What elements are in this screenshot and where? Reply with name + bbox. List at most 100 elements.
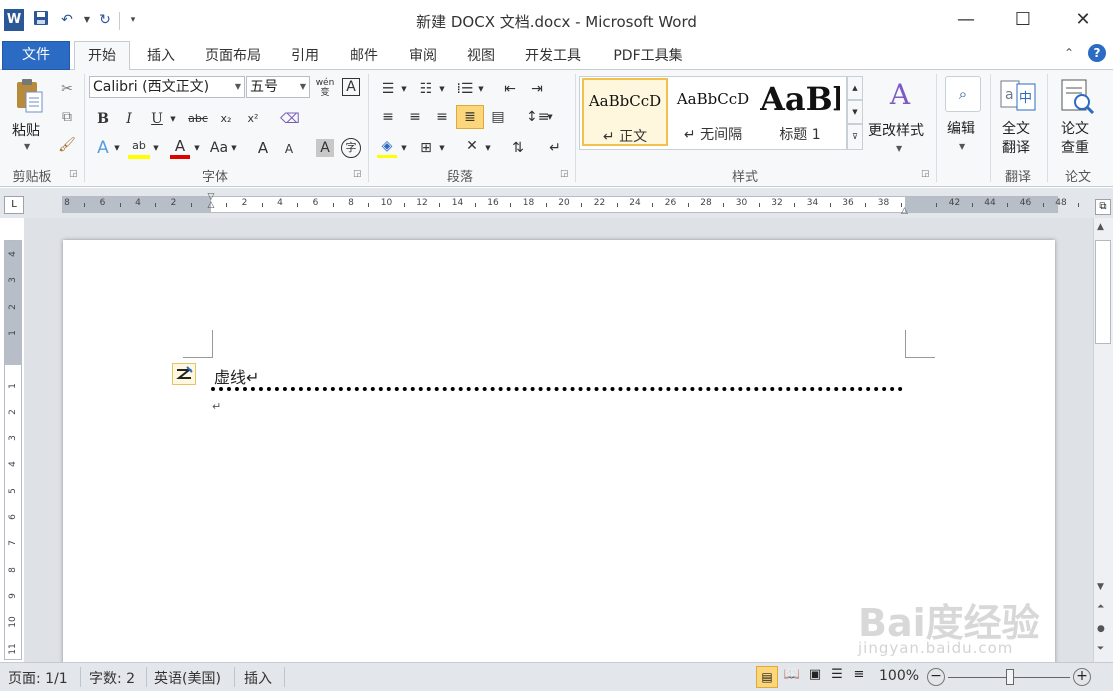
strikethrough-button[interactable]: abc — [186, 110, 210, 128]
grow-font-icon[interactable]: A — [254, 139, 272, 157]
autoformat-icon[interactable] — [172, 363, 196, 385]
increase-indent-icon[interactable]: ⇥ — [527, 80, 547, 98]
style-normal[interactable]: AaBbCcD ↵ 正文 — [582, 78, 668, 146]
browse-object-icon[interactable]: ● — [1097, 624, 1105, 634]
paste-button-label[interactable]: 粘贴 — [12, 120, 40, 140]
scroll-thumb[interactable] — [1095, 240, 1111, 344]
numbering-icon[interactable]: ☷ — [416, 80, 436, 98]
enclose-characters-icon[interactable]: 字 — [341, 138, 361, 158]
font-color-dropdown-icon[interactable]: ▼ — [193, 139, 201, 157]
multilevel-list-icon[interactable]: ⁞☰ — [455, 80, 475, 98]
change-case-dropdown-icon[interactable]: ▼ — [230, 139, 238, 157]
text-effect-dropdown-icon[interactable]: ▼ — [113, 139, 121, 157]
font-size-combo[interactable]: 五号 ▼ — [246, 76, 310, 98]
chinese-layout-dropdown-icon[interactable]: ▼ — [484, 139, 492, 157]
italic-button[interactable]: I — [120, 110, 138, 128]
editing-dropdown-icon[interactable]: ▼ — [959, 142, 965, 151]
align-right-icon[interactable]: ≡ — [432, 108, 452, 126]
next-page-icon[interactable]: ⏷ — [1097, 644, 1104, 654]
web-layout-icon[interactable]: ▣ — [805, 667, 825, 682]
translate-label[interactable]: 全文 翻译 — [1002, 120, 1030, 158]
tab-references[interactable]: 引用 — [280, 44, 330, 70]
horizontal-ruler[interactable]: 8 6 4 2 2 4 6 8 10 12 14 16 18 20 22 24 26 28 30 32 34 36 38 42… — [62, 193, 1079, 216]
minimize-ribbon-icon[interactable]: ⌃ — [1064, 46, 1074, 60]
find-binoculars-icon[interactable]: ⌕ — [945, 76, 981, 112]
align-left-icon[interactable]: ≡ — [378, 108, 398, 126]
style-heading-1[interactable]: AaBl 标题 1 — [760, 78, 840, 146]
bullets-icon[interactable]: ☰ — [378, 80, 398, 98]
shrink-font-icon[interactable]: A — [280, 140, 298, 158]
line-spacing-dropdown-icon[interactable]: ▼ — [546, 108, 554, 126]
help-icon[interactable]: ? — [1088, 44, 1106, 62]
align-center-icon[interactable]: ≡ — [405, 108, 425, 126]
tab-pdf-tools[interactable]: PDF工具集 — [602, 44, 694, 70]
highlight-icon[interactable]: ab — [128, 137, 150, 159]
styles-more-icon[interactable]: ⊽ — [847, 124, 863, 150]
tab-mailings[interactable]: 邮件 — [339, 44, 389, 70]
chinese-layout-icon[interactable]: ✕ — [462, 137, 482, 155]
minimize-button[interactable]: — — [943, 6, 989, 34]
phonetic-guide-icon[interactable]: wén 变 — [314, 78, 336, 98]
previous-page-icon[interactable]: ⏶ — [1097, 602, 1104, 612]
line-spacing-icon[interactable]: ↕≡ — [526, 108, 549, 126]
underline-dropdown-icon[interactable]: ▼ — [168, 110, 178, 128]
cut-icon[interactable]: ✂ — [58, 80, 76, 98]
justify-icon[interactable]: ≣ — [456, 105, 484, 129]
translate-icon[interactable]: a中 — [1000, 78, 1036, 112]
distributed-icon[interactable]: ▤ — [488, 108, 508, 126]
multilevel-dropdown-icon[interactable]: ▼ — [477, 80, 485, 98]
change-styles-icon[interactable]: A — [880, 78, 920, 112]
editing-label[interactable]: 编辑 — [947, 118, 975, 138]
zoom-out-icon[interactable]: − — [927, 668, 945, 686]
tab-file[interactable]: 文件 — [2, 41, 70, 70]
outline-view-icon[interactable]: ☰ — [827, 667, 847, 682]
underline-button[interactable]: U — [148, 110, 166, 128]
styles-scroll-up-icon[interactable]: ▲ — [847, 76, 863, 100]
text-effect-icon[interactable]: A — [94, 139, 112, 157]
status-page[interactable]: 页面: 1/1 — [8, 668, 68, 688]
clipboard-launcher-icon[interactable]: ◲ — [69, 169, 79, 179]
document-text-line[interactable]: 虚线↵ — [214, 364, 259, 388]
decrease-indent-icon[interactable]: ⇤ — [500, 80, 520, 98]
sort-icon[interactable]: ⇅ — [508, 139, 528, 157]
font-name-combo[interactable]: Calibri (西文正文) ▼ — [89, 76, 245, 98]
shading-dropdown-icon[interactable]: ▼ — [400, 139, 408, 157]
zoom-slider-thumb[interactable] — [1006, 669, 1014, 685]
vertical-ruler[interactable]: 4 3 2 1 1 2 3 4 5 6 7 8 9 10 11 — [4, 240, 22, 660]
bold-button[interactable]: B — [94, 110, 112, 128]
scroll-down-icon[interactable]: ▼ — [1097, 582, 1104, 592]
bullets-dropdown-icon[interactable]: ▼ — [400, 80, 408, 98]
tab-view[interactable]: 视图 — [456, 44, 506, 70]
copy-icon[interactable]: ⧉ — [58, 108, 76, 126]
tab-stop-selector[interactable]: L — [4, 196, 24, 214]
status-insert-mode[interactable]: 插入 — [244, 668, 272, 688]
status-language[interactable]: 英语(美国) — [154, 668, 221, 688]
change-case-icon[interactable]: Aa — [208, 139, 230, 157]
styles-launcher-icon[interactable]: ◲ — [921, 169, 931, 179]
font-color-icon[interactable]: A — [170, 137, 190, 159]
borders-dropdown-icon[interactable]: ▼ — [438, 139, 446, 157]
superscript-button[interactable]: x² — [243, 110, 263, 128]
clear-formatting-icon[interactable]: ⌫ — [280, 110, 300, 128]
print-layout-view-icon[interactable]: ▤ — [756, 666, 778, 688]
style-no-spacing[interactable]: AaBbCcD ↵ 无间隔 — [670, 78, 756, 146]
ruler-toggle-icon[interactable]: ⧉ — [1095, 199, 1111, 215]
close-button[interactable]: ✕ — [1060, 6, 1106, 34]
numbering-dropdown-icon[interactable]: ▼ — [438, 80, 446, 98]
subscript-button[interactable]: x₂ — [216, 110, 236, 128]
full-screen-reading-icon[interactable]: 📖 — [782, 667, 802, 682]
zoom-level[interactable]: 100% — [879, 668, 919, 684]
tab-home[interactable]: 开始 — [74, 41, 130, 71]
tab-insert[interactable]: 插入 — [136, 44, 186, 70]
indent-marker[interactable]: ▽ △ — [206, 193, 216, 215]
character-border-icon[interactable]: A — [342, 78, 360, 96]
tab-review[interactable]: 审阅 — [398, 44, 448, 70]
format-painter-icon[interactable]: 🖌 — [58, 136, 76, 154]
scroll-up-icon[interactable]: ▲ — [1097, 222, 1104, 232]
show-marks-icon[interactable]: ↵ — [546, 139, 564, 157]
shading-icon[interactable]: ◈ — [377, 137, 397, 158]
draft-view-icon[interactable]: ≡ — [849, 667, 869, 682]
paper-check-icon[interactable] — [1060, 78, 1096, 115]
zoom-in-icon[interactable]: + — [1073, 668, 1091, 686]
status-word-count[interactable]: 字数: 2 — [89, 668, 135, 688]
